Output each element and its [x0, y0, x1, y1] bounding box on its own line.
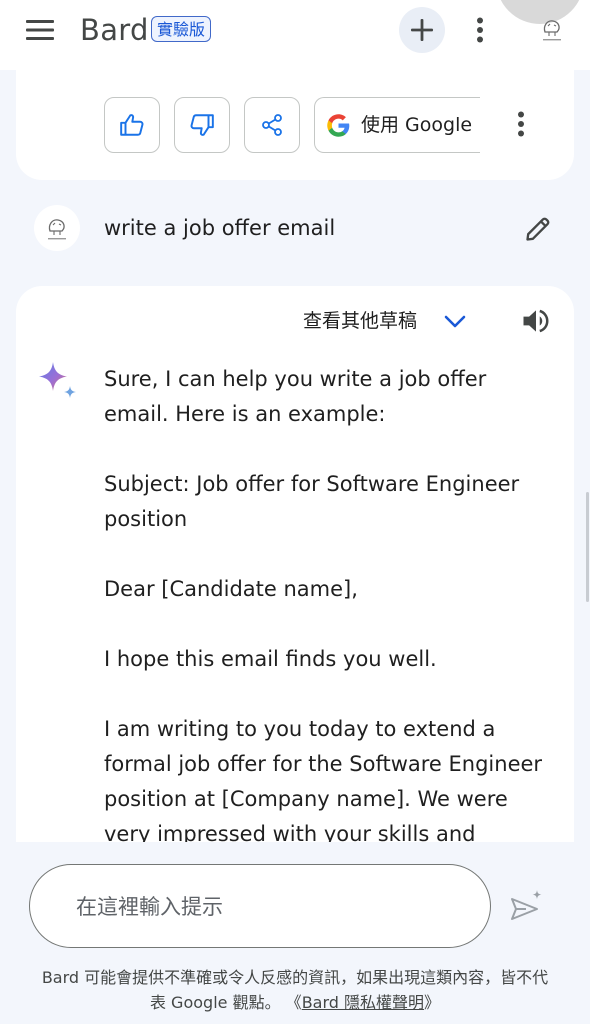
prompt-input-container	[29, 864, 491, 948]
pencil-icon	[526, 217, 550, 241]
disclaimer-text: 表 Google 觀點。	[149, 993, 281, 1012]
google-g-icon	[327, 114, 350, 137]
actions-more-button[interactable]	[506, 106, 536, 142]
disclaimer-line-2: 表 Google 觀點。 《Bard 隱私權聲明》	[10, 990, 580, 1015]
response-text: Sure, I can help you write a job offer e…	[104, 362, 556, 842]
top-app-bar: Bard 實驗版	[0, 0, 590, 70]
share-button[interactable]	[244, 97, 300, 153]
new-chat-button[interactable]	[399, 7, 445, 53]
header-more-button[interactable]	[464, 12, 496, 48]
close-quote: 》	[424, 993, 441, 1012]
thumbs-down-icon	[190, 114, 214, 136]
response-paragraph: I am writing to you today to extend a fo…	[104, 717, 543, 842]
scrollbar[interactable]	[586, 492, 589, 602]
share-icon	[262, 114, 282, 136]
edit-prompt-button[interactable]	[520, 211, 556, 247]
speaker-icon[interactable]	[518, 304, 554, 338]
open-quote: 《	[285, 993, 302, 1012]
google-search-button[interactable]: 使用 Google	[314, 97, 480, 153]
response-paragraph: Sure, I can help you write a job offer e…	[104, 367, 487, 426]
thumbs-up-icon	[120, 114, 144, 136]
hamburger-menu-icon[interactable]	[22, 14, 58, 46]
thumbs-up-button[interactable]	[104, 97, 160, 153]
profile-avatar[interactable]	[536, 13, 568, 45]
disclaimer: Bard 可能會提供不準確或令人反感的資訊，如果出現這類內容，皆不代 表 Goo…	[10, 965, 580, 1015]
chevron-down-icon[interactable]	[442, 310, 468, 334]
vertical-dots-icon	[477, 17, 483, 43]
experiment-badge: 實驗版	[151, 16, 212, 42]
vertical-dots-icon	[518, 111, 524, 137]
response-actions-card: 使用 Google	[16, 70, 574, 180]
app-title: Bard	[80, 13, 149, 47]
user-avatar	[34, 205, 80, 251]
send-button[interactable]	[506, 886, 546, 926]
view-drafts-button[interactable]: 查看其他草稿	[303, 308, 417, 334]
response-paragraph: Subject: Job offer for Software Engineer…	[104, 472, 520, 531]
user-prompt-text: write a job offer email	[104, 216, 336, 240]
response-card: 查看其他草稿 Sure, I can help you write a job …	[16, 286, 574, 842]
thumbs-down-button[interactable]	[174, 97, 230, 153]
bard-sparkle-icon	[39, 362, 76, 398]
response-paragraph: Dear [Candidate name],	[104, 577, 358, 601]
prompt-input[interactable]	[74, 889, 468, 925]
google-search-label: 使用 Google	[361, 114, 473, 136]
response-paragraph: I hope this email finds you well.	[104, 647, 437, 671]
disclaimer-line-1: Bard 可能會提供不準確或令人反感的資訊，如果出現這類內容，皆不代	[41, 968, 549, 987]
plus-icon	[411, 19, 433, 41]
send-icon	[511, 890, 542, 920]
privacy-policy-link[interactable]: Bard 隱私權聲明	[302, 993, 424, 1012]
